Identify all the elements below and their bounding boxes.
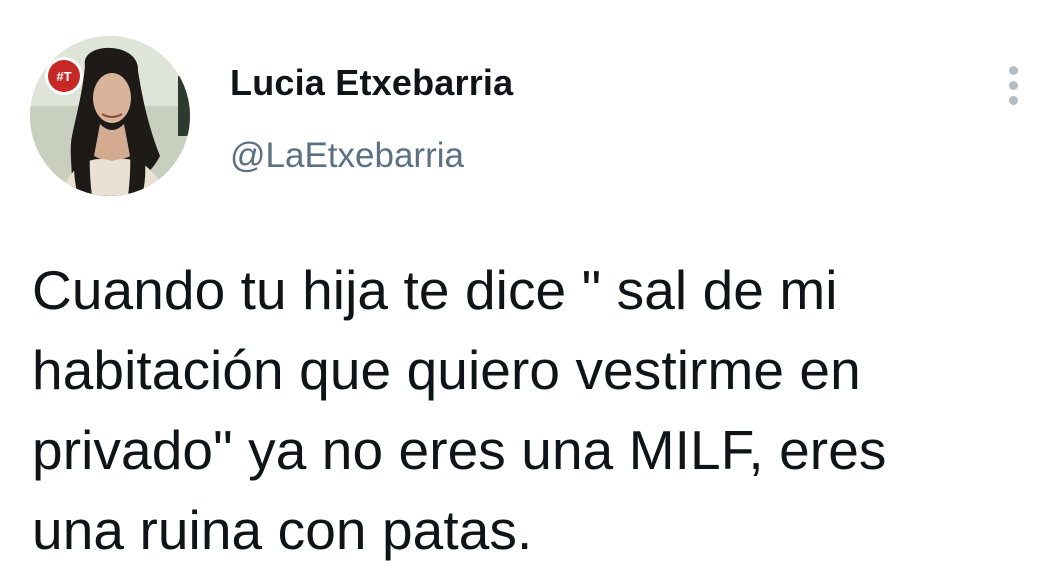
- tweet-text-line: una ruina con patas.: [32, 499, 533, 561]
- display-name[interactable]: Lucia Etxebarria: [230, 62, 513, 104]
- tweet-text-line: Cuando tu hija te dice " sal de mi: [32, 259, 838, 321]
- tweet-text: Cuando tu hija te dice " sal de mi habit…: [32, 250, 1022, 570]
- tweet-text-line: habitación que quiero vestirme en: [32, 339, 861, 401]
- tweet-card: #T Lucia Etxebarria @LaEtxebarria Cuando…: [0, 0, 1047, 588]
- more-vertical-icon: [1009, 96, 1018, 105]
- more-options-button[interactable]: [996, 62, 1032, 110]
- more-vertical-icon: [1009, 66, 1018, 75]
- more-vertical-icon: [1009, 81, 1018, 90]
- user-handle[interactable]: @LaEtxebarria: [230, 136, 464, 176]
- svg-text:#T: #T: [56, 69, 71, 84]
- tweet-text-line: privado" ya no eres una MILF, eres: [32, 419, 887, 481]
- hashtag-badge-icon: #T: [45, 57, 83, 95]
